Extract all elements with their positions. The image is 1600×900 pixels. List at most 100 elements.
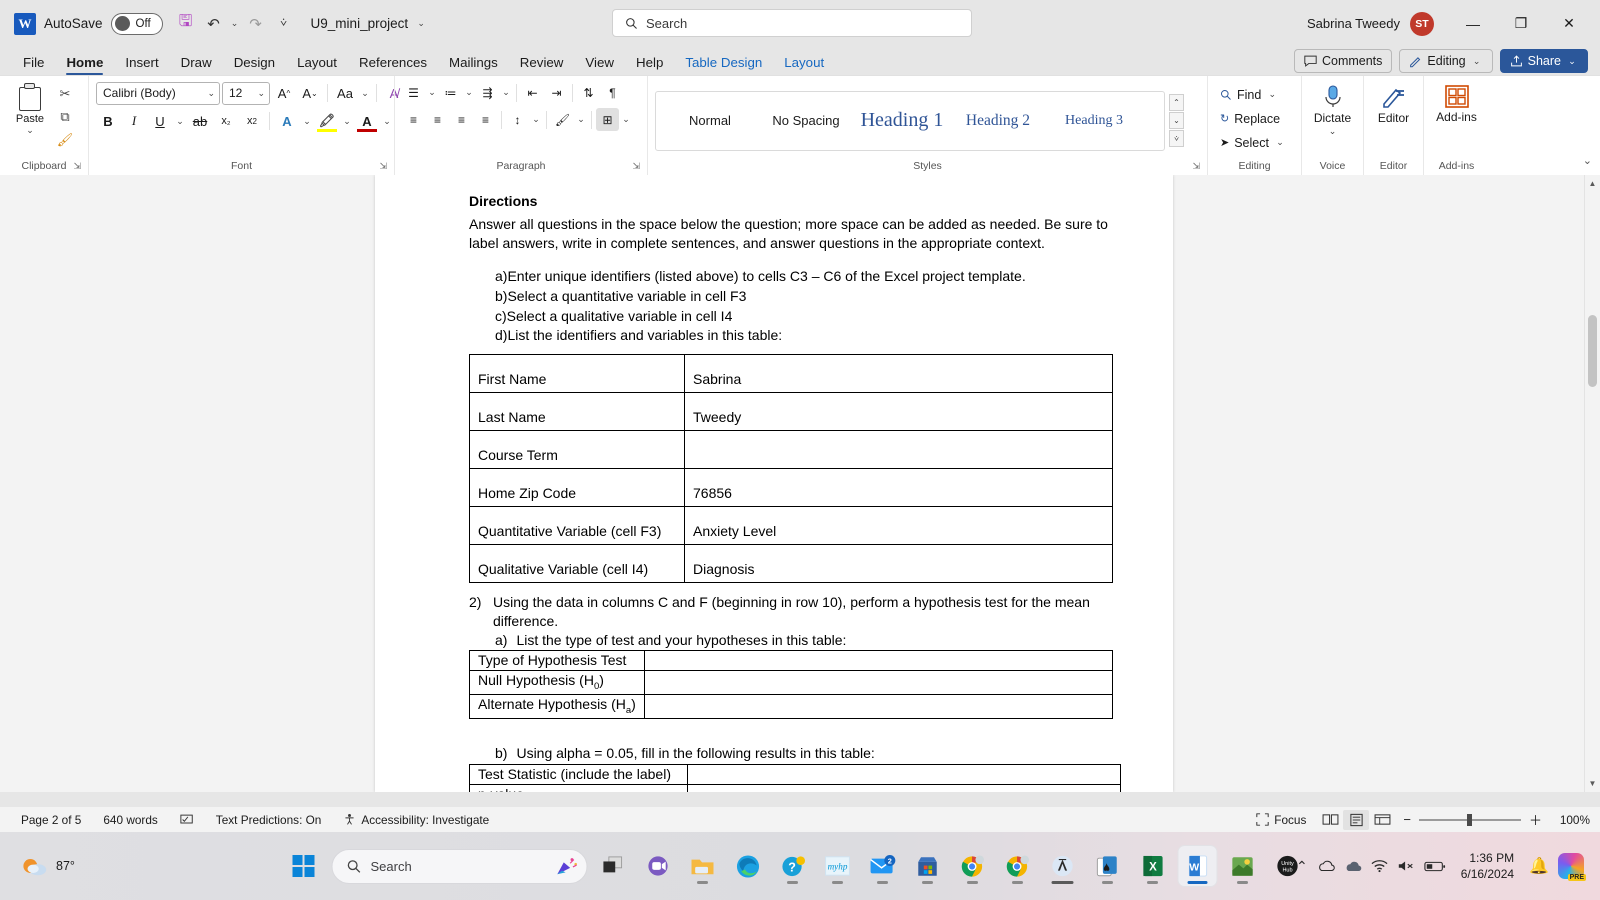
style-heading-3[interactable]: Heading 3 xyxy=(1046,94,1142,148)
find-chevron-down-icon[interactable]: ⌄ xyxy=(1266,89,1278,100)
zoom-track[interactable] xyxy=(1418,813,1521,826)
increase-indent-icon[interactable]: ⇥ xyxy=(545,81,568,104)
font-size-chevron-down-icon[interactable]: ⌄ xyxy=(257,88,265,99)
results-label-cell[interactable]: p-value xyxy=(469,783,688,792)
wifi-icon[interactable] xyxy=(1371,859,1388,873)
dictate-button[interactable]: Dictate ⌄ xyxy=(1309,81,1356,137)
font-color-chevron-down-icon[interactable]: ⌄ xyxy=(381,116,393,127)
share-button[interactable]: Share ⌄ xyxy=(1499,49,1588,73)
file-explorer-icon[interactable] xyxy=(684,846,722,886)
addins-button[interactable]: Add-ins xyxy=(1431,81,1482,124)
clipboard-dialog-launcher-icon[interactable]: ⇲ xyxy=(73,161,81,172)
scroll-up-arrow-icon[interactable]: ▲ xyxy=(1585,175,1600,192)
task-view-icon[interactable] xyxy=(594,846,632,886)
tab-insert[interactable]: Insert xyxy=(114,52,169,75)
change-case-chevron-down-icon[interactable]: ⌄ xyxy=(359,88,371,99)
redo-icon[interactable]: ↷ xyxy=(243,11,269,37)
page-number-status[interactable]: Page 2 of 5 xyxy=(10,813,92,827)
zoom-level[interactable]: 100% xyxy=(1550,813,1590,827)
editing-mode-button[interactable]: Editing ⌄ xyxy=(1399,49,1493,73)
hypothesis-label-cell[interactable]: Type of Hypothesis Test xyxy=(469,650,645,672)
underline-button[interactable]: U xyxy=(148,109,172,133)
bullets-icon[interactable]: ☰ xyxy=(402,81,425,104)
paste-button[interactable]: Paste ⌄ xyxy=(7,81,53,136)
hypothesis-label-cell[interactable]: Null Hypothesis (H0) xyxy=(469,670,645,695)
search-input[interactable]: Search xyxy=(612,9,972,37)
style-heading-1[interactable]: Heading 1 xyxy=(854,94,950,148)
decrease-indent-icon[interactable]: ⇤ xyxy=(521,81,544,104)
numbering-chevron-down-icon[interactable]: ⌄ xyxy=(463,87,475,98)
change-case-icon[interactable]: Aa xyxy=(333,81,357,105)
numbering-icon[interactable]: ≔ xyxy=(439,81,462,104)
dictate-chevron-down-icon[interactable]: ⌄ xyxy=(1327,126,1339,137)
undo-dropdown-icon[interactable]: ⌄ xyxy=(229,18,241,29)
close-button[interactable]: ✕ xyxy=(1546,8,1592,40)
cloud-icon[interactable] xyxy=(1344,860,1362,873)
minimize-button[interactable]: — xyxy=(1450,8,1496,40)
shading-chevron-down-icon[interactable]: ⌄ xyxy=(575,114,587,125)
align-center-icon[interactable]: ≡ xyxy=(426,108,449,131)
solitaire-icon[interactable] xyxy=(1089,846,1127,886)
editor-button[interactable]: Editor xyxy=(1371,81,1416,125)
tab-table-design[interactable]: Table Design xyxy=(674,52,773,75)
identifiers-label-cell[interactable]: Quantitative Variable (cell F3) xyxy=(469,506,685,545)
document-title[interactable]: U9_mini_project ⌄ xyxy=(311,16,428,31)
undo-icon[interactable]: ↶ xyxy=(201,11,227,37)
copy-icon[interactable]: ⧉ xyxy=(55,107,75,127)
multilevel-list-icon[interactable]: ⇶ xyxy=(476,81,499,104)
help-icon[interactable]: ? xyxy=(774,846,812,886)
line-spacing-icon[interactable]: ↕ xyxy=(506,108,529,131)
focus-mode-button[interactable]: Focus xyxy=(1245,813,1317,827)
align-right-icon[interactable]: ≡ xyxy=(450,108,473,131)
shrink-font-icon[interactable]: A ⌄ xyxy=(298,81,322,105)
comments-button[interactable]: Comments xyxy=(1293,49,1393,73)
select-chevron-down-icon[interactable]: ⌄ xyxy=(1274,137,1286,148)
style-no-spacing[interactable]: No Spacing xyxy=(758,94,854,148)
save-icon[interactable]: 🖫 xyxy=(173,11,199,37)
tab-table-layout[interactable]: Layout xyxy=(773,52,835,75)
show-formatting-marks-icon[interactable]: ¶ xyxy=(601,81,624,104)
text-highlight-color-icon[interactable]: 🖍 xyxy=(315,109,339,133)
zoom-slider[interactable]: − ＋ xyxy=(1395,810,1550,829)
identifiers-label-cell[interactable]: Home Zip Code xyxy=(469,468,685,507)
underline-chevron-down-icon[interactable]: ⌄ xyxy=(174,116,186,127)
mail-icon[interactable]: 2 xyxy=(864,846,902,886)
identifiers-value-cell[interactable]: Anxiety Level xyxy=(684,506,1113,545)
text-effects-icon[interactable]: A xyxy=(275,109,299,133)
borders-icon[interactable]: ⊞ xyxy=(596,108,619,131)
microsoft-store-icon[interactable] xyxy=(909,846,947,886)
strikethrough-button[interactable]: ab xyxy=(188,109,212,133)
justify-icon[interactable]: ≡ xyxy=(474,108,497,131)
document-title-chevron-down-icon[interactable]: ⌄ xyxy=(415,18,427,29)
results-label-cell[interactable]: Test Statistic (include the label) xyxy=(469,763,688,785)
zoom-out-button[interactable]: − xyxy=(1403,812,1411,827)
font-name-chevron-down-icon[interactable]: ⌄ xyxy=(207,88,215,99)
identifiers-label-cell[interactable]: Last Name xyxy=(469,392,685,431)
find-button[interactable]: Find ⌄ xyxy=(1215,83,1291,106)
share-chevron-down-icon[interactable]: ⌄ xyxy=(1566,56,1578,67)
font-color-icon[interactable]: A xyxy=(355,109,379,133)
table-row[interactable]: Test Statistic (include the label) xyxy=(469,763,1121,785)
tab-view[interactable]: View xyxy=(574,52,625,75)
table-row[interactable]: Alternate Hypothesis (Ha) xyxy=(469,693,1113,719)
hypothesis-value-cell[interactable] xyxy=(644,693,1113,719)
autosave-toggle[interactable]: Off xyxy=(110,12,163,35)
zoom-knob[interactable] xyxy=(1466,813,1472,826)
bell-icon[interactable]: 🔔 xyxy=(1529,856,1549,876)
bullets-chevron-down-icon[interactable]: ⌄ xyxy=(426,87,438,98)
shading-icon[interactable]: 🖌 xyxy=(551,108,574,131)
start-button[interactable] xyxy=(292,855,315,877)
table-row[interactable]: Type of Hypothesis Test xyxy=(469,650,1113,672)
subscript-button[interactable]: xx₂ xyxy=(214,109,238,133)
table-row[interactable]: Home Zip Code 76856 xyxy=(469,468,1113,507)
tab-help[interactable]: Help xyxy=(625,52,674,75)
results-value-cell[interactable] xyxy=(687,763,1121,785)
unity-icon[interactable]: Unity Hub xyxy=(1269,846,1307,886)
styles-dialog-launcher-icon[interactable]: ⇲ xyxy=(1192,161,1200,172)
google-chrome-icon-2[interactable] xyxy=(999,846,1037,886)
adobe-icon[interactable] xyxy=(1044,846,1082,886)
collapse-ribbon-icon[interactable]: ⌄ xyxy=(1583,154,1592,167)
bold-button[interactable]: B xyxy=(96,109,120,133)
style-normal[interactable]: Normal xyxy=(662,94,758,148)
text-effects-chevron-down-icon[interactable]: ⌄ xyxy=(301,116,313,127)
